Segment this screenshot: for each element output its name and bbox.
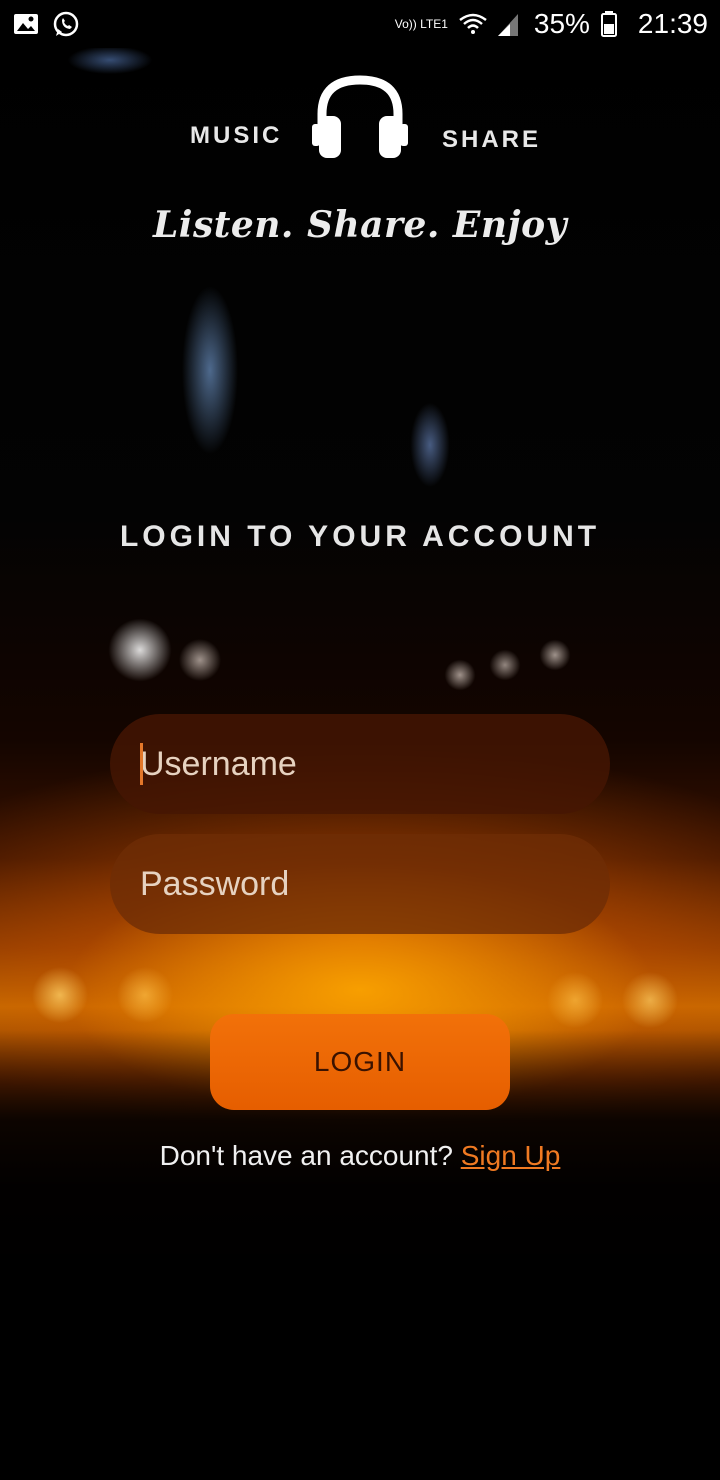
app-logo: MUSIC SHARE [0,70,720,170]
logo-share-word: SHARE [442,126,542,153]
volte-indicator: Vo)) LTE1 [394,17,448,31]
login-screen: Vo)) LTE1 35% 21:39 MUSIC SHARE Listen. … [0,0,720,1480]
status-bar: Vo)) LTE1 35% 21:39 [0,0,720,48]
headphones-icon [310,72,410,162]
wifi-icon [458,10,487,38]
password-input[interactable] [110,834,610,934]
gallery-icon [12,10,40,38]
battery-percent: 35% [533,8,590,39]
username-input[interactable] [110,714,610,814]
text-cursor [140,743,143,785]
logo-music-word: MUSIC [190,122,283,149]
signup-link[interactable]: Sign Up [461,1140,561,1171]
battery-icon [600,10,628,38]
login-button[interactable]: LOGIN [210,1014,510,1110]
signup-prompt: Don't have an account? [159,1140,461,1171]
tagline: Listen. Share. Enjoy [152,204,568,246]
clock: 21:39 [637,8,708,39]
whatsapp-icon [52,10,80,38]
login-heading: LOGIN TO YOUR ACCOUNT [119,520,601,553]
signal-icon [496,10,524,38]
signup-row: Don't have an account? Sign Up [0,1140,720,1172]
